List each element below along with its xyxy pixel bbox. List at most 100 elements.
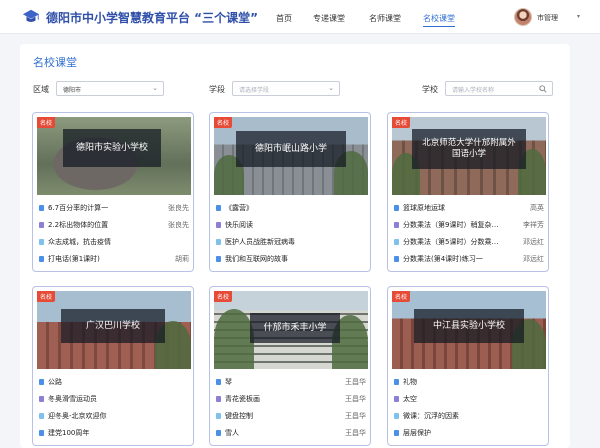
lesson-icon bbox=[394, 222, 399, 228]
lesson-icon bbox=[39, 222, 44, 228]
lesson-author: 王昌华 bbox=[345, 395, 366, 403]
school-search-input[interactable]: 请输入学校名称 bbox=[445, 81, 553, 96]
lesson-icon bbox=[216, 413, 221, 419]
lesson-author: 邓远红 bbox=[523, 255, 544, 263]
lesson-item[interactable]: 礼物 bbox=[394, 375, 544, 392]
region-select-value: 德阳市 bbox=[63, 87, 82, 94]
school-photo: 什邡市禾丰小学 bbox=[214, 291, 368, 369]
famous-school-badge: 名校 bbox=[392, 291, 411, 302]
famous-school-badge: 名校 bbox=[214, 291, 233, 302]
school-name: 北京师范大学什邡附属外 国语小学 bbox=[412, 129, 526, 169]
lesson-title: 层层保护 bbox=[403, 429, 431, 437]
lesson-icon bbox=[216, 396, 221, 402]
lesson-title: 分数乘法(第4课时)练习一 bbox=[403, 255, 483, 263]
lesson-title: 微课：沉浮的因素 bbox=[403, 412, 459, 420]
school-card[interactable]: 德阳市岷山路小学 名校 《露营》 快乐阅读 医护人员战胜新冠病毒 我们和互联网的… bbox=[209, 112, 371, 272]
lesson-icon bbox=[394, 379, 399, 385]
page-title: 名校课堂 bbox=[33, 56, 77, 69]
region-select[interactable]: 德阳市 ⌄ bbox=[56, 81, 164, 96]
lesson-icon bbox=[394, 396, 399, 402]
lesson-title: 礼物 bbox=[403, 378, 417, 386]
lesson-icon bbox=[39, 256, 44, 262]
lesson-item[interactable]: 分数乘法(第4课时)练习一 邓远红 bbox=[394, 252, 544, 269]
lesson-icon bbox=[216, 379, 221, 385]
school-name-line1: 北京师范大学什邡附属外 bbox=[422, 137, 516, 148]
lesson-icon bbox=[39, 239, 44, 245]
school-name: 德阳市实验小学校 bbox=[63, 129, 161, 167]
lesson-author: 胡莉 bbox=[175, 255, 189, 263]
lesson-item[interactable]: 众志成城，抗击疫情 bbox=[39, 235, 189, 252]
lesson-item[interactable]: 快乐阅读 bbox=[216, 218, 366, 235]
lesson-icon bbox=[216, 239, 221, 245]
school-name: 中江县实验小学校 bbox=[414, 309, 524, 343]
lesson-title: 迎冬奥-北京欢迎你 bbox=[48, 412, 107, 420]
region-label: 区域 bbox=[33, 85, 49, 94]
nav-famous-school[interactable]: 名校课堂 bbox=[423, 13, 455, 27]
school-photo: 北京师范大学什邡附属外 国语小学 bbox=[392, 117, 546, 195]
lesson-item[interactable]: 分数乘法（第5课时）分数乘… 邓远红 bbox=[394, 235, 544, 252]
lesson-item[interactable]: 冬奥滑雪运动员 bbox=[39, 392, 189, 409]
lesson-icon bbox=[216, 256, 221, 262]
avatar[interactable] bbox=[514, 8, 532, 26]
chevron-down-icon: ⌄ bbox=[152, 84, 158, 92]
lesson-title: 打电话(第1课时) bbox=[48, 255, 100, 263]
school-search-placeholder: 请输入学校名称 bbox=[452, 87, 495, 94]
lesson-icon bbox=[216, 430, 221, 436]
lesson-item[interactable]: 层层保护 bbox=[394, 426, 544, 443]
school-card[interactable]: 德阳市实验小学校 名校 6.7百分率的计算一 张良先 2.2标出物体的位置 张良先 … bbox=[32, 112, 194, 272]
lesson-icon bbox=[394, 239, 399, 245]
famous-school-badge: 名校 bbox=[37, 117, 56, 128]
lesson-item[interactable]: 太空 bbox=[394, 392, 544, 409]
lesson-title: 建党100周年 bbox=[48, 429, 90, 437]
lesson-item[interactable]: 2.2标出物体的位置 张良先 bbox=[39, 218, 189, 235]
lesson-item[interactable]: 雪人 王昌华 bbox=[216, 426, 366, 443]
school-card[interactable]: 广汉巴川学校 名校 公路 冬奥滑雪运动员 迎冬奥-北京欢迎你 建党100周年 bbox=[32, 286, 194, 446]
stage-select[interactable]: 请选择学段 ⌄ bbox=[232, 81, 340, 96]
lesson-title: 分数乘法（第9课时）稍复杂… bbox=[403, 221, 499, 229]
school-photo: 中江县实验小学校 bbox=[392, 291, 546, 369]
lesson-item[interactable]: 篮球原地运球 高英 bbox=[394, 201, 544, 218]
lesson-item[interactable]: 琴 王昌华 bbox=[216, 375, 366, 392]
lesson-item[interactable]: 青花瓷板画 王昌华 bbox=[216, 392, 366, 409]
lesson-icon bbox=[216, 222, 221, 228]
lesson-item[interactable]: 键盘控制 王昌华 bbox=[216, 409, 366, 426]
school-card[interactable]: 中江县实验小学校 名校 礼物 太空 微课：沉浮的因素 层层保护 bbox=[387, 286, 549, 446]
school-name: 广汉巴川学校 bbox=[61, 309, 165, 343]
school-card[interactable]: 什邡市禾丰小学 名校 琴王昌华 青花瓷板画 王昌华 键盘控制 王昌华 雪人 王昌华 bbox=[209, 286, 371, 446]
nav-special-class[interactable]: 专递课堂 bbox=[313, 13, 345, 24]
school-photo: 德阳市岷山路小学 bbox=[214, 117, 368, 195]
famous-school-badge: 名校 bbox=[392, 117, 411, 128]
lesson-icon bbox=[39, 413, 44, 419]
lesson-item[interactable]: 公路 bbox=[39, 375, 189, 392]
lesson-item[interactable]: 迎冬奥-北京欢迎你 bbox=[39, 409, 189, 426]
lesson-item[interactable]: 《露营》 bbox=[216, 201, 366, 218]
lesson-list: 琴王昌华 青花瓷板画 王昌华 键盘控制 王昌华 雪人 王昌华 bbox=[216, 375, 366, 443]
lesson-item[interactable]: 微课：沉浮的因素 bbox=[394, 409, 544, 426]
stage-label: 学段 bbox=[209, 85, 225, 94]
chevron-down-icon[interactable]: ▾ bbox=[577, 13, 580, 20]
lesson-icon bbox=[39, 430, 44, 436]
nav-home[interactable]: 首页 bbox=[276, 13, 292, 24]
lesson-item[interactable]: 建党100周年 bbox=[39, 426, 189, 443]
lesson-icon bbox=[394, 430, 399, 436]
lesson-title: 我们和互联网的故事 bbox=[225, 255, 288, 263]
lesson-icon bbox=[216, 205, 221, 211]
famous-school-badge: 名校 bbox=[214, 117, 233, 128]
nav-famous-teacher[interactable]: 名师课堂 bbox=[369, 13, 401, 24]
stage-select-placeholder: 请选择学段 bbox=[239, 87, 270, 94]
lesson-item[interactable]: 医护人员战胜新冠病毒 bbox=[216, 235, 366, 252]
school-name: 德阳市岷山路小学 bbox=[236, 131, 346, 167]
user-name[interactable]: 市管理 bbox=[537, 13, 558, 23]
school-card[interactable]: 北京师范大学什邡附属外 国语小学 名校 篮球原地运球 高英 分数乘法（第9课时）稍… bbox=[387, 112, 549, 272]
lesson-title: 医护人员战胜新冠病毒 bbox=[225, 238, 295, 246]
lesson-item[interactable]: 分数乘法（第9课时）稍复杂… 李祥芳 bbox=[394, 218, 544, 235]
lesson-title: 键盘控制 bbox=[225, 412, 253, 420]
famous-school-badge: 名校 bbox=[37, 291, 56, 302]
lesson-item[interactable]: 打电话(第1课时) 胡莉 bbox=[39, 252, 189, 269]
lesson-author: 邓远红 bbox=[523, 238, 544, 246]
search-icon[interactable] bbox=[539, 85, 547, 93]
lesson-title: 众志成城，抗击疫情 bbox=[48, 238, 111, 246]
lesson-item[interactable]: 我们和互联网的故事 bbox=[216, 252, 366, 269]
lesson-item[interactable]: 6.7百分率的计算一 张良先 bbox=[39, 201, 189, 218]
lesson-title: 太空 bbox=[403, 395, 417, 403]
